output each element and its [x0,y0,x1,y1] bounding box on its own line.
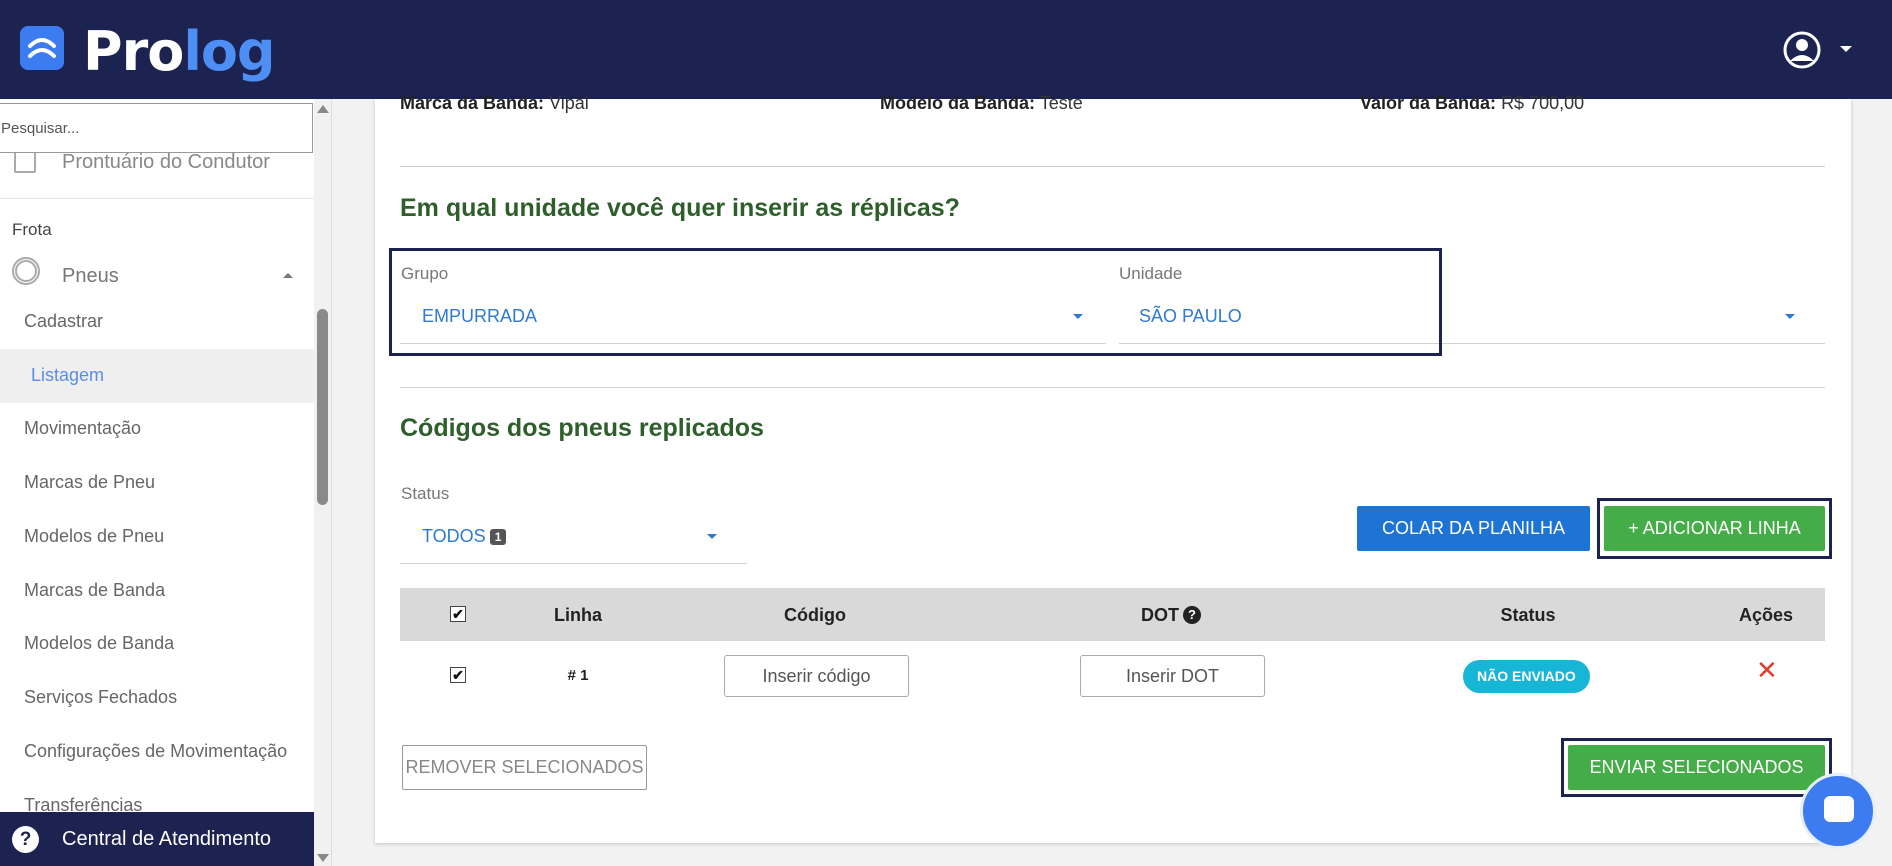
info-modelo-value: Teste [1039,93,1083,113]
sidebar-item-marcas-pneu[interactable]: Marcas de Pneu [24,472,155,493]
close-icon[interactable]: ✕ [1756,655,1778,686]
logo-text-pro: Pro [83,20,184,83]
paste-spreadsheet-button[interactable]: COLAR DA PLANILHA [1357,506,1590,551]
status-filter-value: TODOS 1 [422,526,507,547]
chat-icon [1824,796,1854,822]
info-valor-banda: Valor da Banda: R$ 700,00 [1360,93,1584,114]
codigo-input[interactable] [724,655,909,697]
sidebar-item-marcas-banda[interactable]: Marcas de Banda [24,580,165,601]
column-header-dot: DOT? [1141,605,1201,626]
table-header: ✔ Linha Código DOT? Status Ações [400,588,1825,641]
question-circle-icon[interactable]: ? [1183,606,1201,624]
sidebar-item-prontuario[interactable]: Prontuário do Condutor [62,151,270,174]
sidebar-item-modelos-pneu[interactable]: Modelos de Pneu [24,526,164,547]
select-all-checkbox[interactable]: ✔ [450,606,466,622]
unit-section-title: Em qual unidade você quer inserir as rép… [400,194,960,222]
sidebar-item-listagem[interactable]: Listagem [31,365,104,386]
help-center-label: Central de Atendimento [62,828,272,850]
table-row: ✔ # 1 NÃO ENVIADO ✕ [400,641,1825,707]
scroll-up-arrow-icon[interactable] [317,105,329,113]
tire-icon [12,257,40,285]
scroll-down-arrow-icon[interactable] [317,854,329,862]
chat-button[interactable] [1800,773,1876,849]
document-icon [14,151,36,173]
info-marca-value: Vipal [549,93,589,113]
scrollbar-thumb[interactable] [317,309,328,505]
info-modelo-label: Modelo da Banda: [880,93,1036,113]
sidebar-group-pneus[interactable]: Pneus [62,265,119,288]
info-modelo-banda: Modelo da Banda: Teste [880,93,1083,114]
add-row-highlight-box [1597,498,1832,559]
chevron-down-icon [1785,314,1795,319]
chevron-down-icon [707,534,717,539]
prolog-logo-icon [20,26,64,70]
chevron-down-icon [1840,46,1852,52]
user-menu[interactable] [1782,30,1852,70]
remove-selected-button[interactable]: REMOVER SELECIONADOS [402,745,647,790]
sidebar-item-servicos-fechados[interactable]: Serviços Fechados [24,687,177,708]
question-circle-icon: ? [12,826,39,853]
status-label: Status [401,484,450,503]
column-header-codigo: Código [784,605,846,625]
info-marca-banda: Marca da Banda: Vipal [400,93,589,114]
top-navbar: Prolog [0,0,1892,99]
info-valor-value: R$ 700,00 [1501,93,1585,113]
sidebar-item-cadastrar[interactable]: Cadastrar [24,311,103,332]
dot-input[interactable] [1080,655,1265,697]
prolog-logo[interactable]: Prolog [83,20,276,83]
section-label-frota: Frota [12,220,52,239]
main-card: Marca da Banda: Vipal Modelo da Banda: T… [375,93,1851,843]
sidebar-item-movimentacao[interactable]: Movimentação [24,418,141,439]
unit-highlight-box [389,248,1442,356]
column-header-acoes: Ações [1738,605,1794,625]
info-valor-label: Valor da Banda: [1360,93,1497,113]
search-input[interactable] [0,103,313,153]
help-center-button[interactable]: ? Central de Atendimento [0,812,314,866]
codes-section-title: Códigos dos pneus replicados [400,414,764,442]
logo-text-log: log [183,20,275,83]
sidebar-item-configuracoes-movimentacao[interactable]: Configurações de Movimentação [24,741,287,762]
divider [400,387,1825,388]
status-count-badge: 1 [489,529,507,546]
row-linha: # 1 [567,667,589,684]
sidebar-item-modelos-banda[interactable]: Modelos de Banda [24,633,174,654]
info-marca-label: Marca da Banda: [400,93,545,113]
status-underline [400,563,747,564]
column-header-dot-label: DOT [1141,605,1179,625]
user-circle-icon [1783,31,1821,69]
status-filter-text: TODOS [422,526,486,546]
sidebar: Prontuário do Condutor Frota Pneus Cadas… [0,99,332,866]
status-badge: NÃO ENVIADO [1463,660,1590,693]
column-header-status: Status [1500,605,1556,625]
row-checkbox[interactable]: ✔ [450,667,466,683]
chevron-up-icon [283,273,293,278]
status-filter-select[interactable]: TODOS 1 [400,514,747,564]
divider [0,198,314,199]
divider [400,166,1825,167]
column-header-linha: Linha [554,605,602,625]
send-highlight-box [1561,738,1832,797]
